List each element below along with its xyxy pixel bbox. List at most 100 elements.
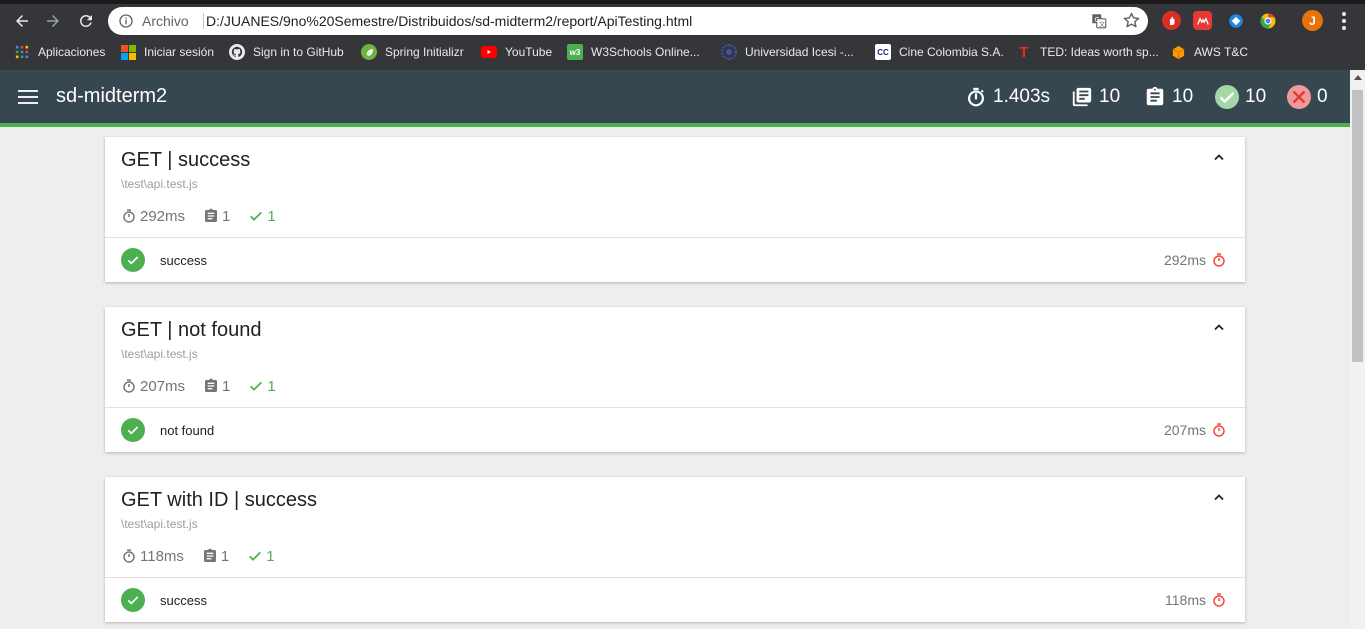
stopwatch-icon <box>968 87 984 107</box>
test-passed-icon <box>121 248 145 272</box>
adblock-extension-icon[interactable] <box>1162 11 1181 30</box>
stopwatch-icon <box>1213 253 1225 267</box>
assignment-icon <box>205 378 218 392</box>
security-label[interactable]: Archivo <box>142 13 189 29</box>
scrollbar-thumb[interactable] <box>1352 90 1363 362</box>
stopwatch-icon <box>123 379 135 393</box>
suite-card: GET with ID | success \test\api.test.js … <box>105 477 1245 622</box>
info-icon[interactable] <box>118 13 134 29</box>
suite-test-count: 1 <box>203 208 230 225</box>
reload-button[interactable] <box>73 8 99 34</box>
assignment-icon <box>205 208 218 222</box>
bookmark-label: AWS T&C <box>1194 45 1249 59</box>
suite-duration: 292ms <box>121 208 185 225</box>
reload-icon <box>79 14 92 27</box>
stopwatch-icon <box>1213 593 1225 607</box>
scroll-up-icon[interactable] <box>1354 75 1362 80</box>
cine-colombia-icon: CC <box>875 44 891 60</box>
microsoft-icon <box>120 44 136 60</box>
stopwatch-icon <box>123 209 135 223</box>
mendeley-extension-icon[interactable] <box>1193 11 1212 30</box>
arrow-left-icon <box>16 15 28 27</box>
stat-tests[interactable]: 10 <box>1144 84 1193 110</box>
browser-toolbar: Archivo D:/JUANES/9no%20Semestre/Distrib… <box>0 4 1365 37</box>
chrome-extension-icon[interactable] <box>1258 11 1277 30</box>
test-duration: 118ms <box>1165 592 1227 608</box>
stat-failed[interactable]: 0 <box>1287 84 1328 110</box>
stat-suites-value: 10 <box>1099 86 1121 107</box>
test-passed-icon <box>121 588 145 612</box>
bookmark-label: Iniciar sesión <box>144 45 215 59</box>
page-scrollbar[interactable] <box>1350 70 1365 629</box>
suite-meta: 292ms 1 1 <box>121 207 294 225</box>
bookmark-iniciar-sesion[interactable]: Iniciar sesión <box>120 37 214 67</box>
suite-pass-count: 1 <box>248 377 276 395</box>
suite-pass-count-value: 1 <box>267 207 276 225</box>
stat-suites[interactable]: 10 <box>1071 84 1120 110</box>
test-duration: 207ms <box>1164 422 1227 438</box>
translate-icon[interactable]: G文 <box>1090 12 1108 30</box>
bookmark-github[interactable]: Sign in to GitHub <box>229 37 344 67</box>
bookmark-star-icon[interactable] <box>1122 11 1141 30</box>
test-name: success <box>160 593 207 608</box>
icesi-icon <box>721 44 737 60</box>
bookmark-spring[interactable]: Spring Initializr <box>361 37 464 67</box>
bookmark-label: YouTube <box>505 45 553 59</box>
puzzle-extension-icon[interactable] <box>1226 11 1245 30</box>
suite-test-count-value: 1 <box>222 207 231 225</box>
stat-passed[interactable]: 10 <box>1215 84 1266 110</box>
suite-file: \test\api.test.js <box>121 177 198 191</box>
suite-file: \test\api.test.js <box>121 347 198 361</box>
test-row[interactable]: success 118ms <box>105 578 1245 622</box>
suite-duration: 118ms <box>121 548 184 565</box>
forward-button[interactable] <box>40 8 66 34</box>
profile-avatar[interactable]: J <box>1302 10 1323 31</box>
test-row[interactable]: success 292ms <box>105 238 1245 282</box>
browser-menu-icon[interactable] <box>1335 10 1353 32</box>
stopwatch-icon <box>123 549 135 563</box>
stat-passed-value: 10 <box>1245 86 1267 107</box>
test-passed-icon <box>121 418 145 442</box>
url-text[interactable]: D:/JUANES/9no%20Semestre/Distribuidos/sd… <box>206 13 692 29</box>
menu-icon[interactable] <box>18 90 38 104</box>
svg-text:文: 文 <box>1099 20 1105 28</box>
chevron-up-icon[interactable] <box>1213 491 1225 503</box>
bookmark-label: TED: Ideas worth sp... <box>1040 45 1159 59</box>
library-books-icon <box>1072 87 1092 107</box>
back-button[interactable] <box>9 8 35 34</box>
bookmark-label: Cine Colombia S.A. <box>899 45 1004 59</box>
suite-pass-count: 1 <box>247 547 275 565</box>
bookmark-icesi[interactable]: Universidad Icesi -... <box>721 37 854 67</box>
assignment-icon <box>1146 86 1164 106</box>
bookmark-w3schools[interactable]: w3 W3Schools Online... <box>567 37 700 67</box>
suite-pass-count-value: 1 <box>266 547 275 565</box>
chevron-up-icon[interactable] <box>1213 321 1225 333</box>
failed-close-icon <box>1287 85 1311 109</box>
suite-title: GET | not found <box>121 319 262 341</box>
aws-icon <box>1170 44 1186 60</box>
test-row[interactable]: not found 207ms <box>105 408 1245 452</box>
chevron-up-icon[interactable] <box>1213 151 1225 163</box>
bookmark-aplicaciones[interactable]: Aplicaciones <box>14 37 105 67</box>
bookmark-label: W3Schools Online... <box>591 45 700 59</box>
suite-pass-count-value: 1 <box>267 377 276 395</box>
suite-duration: 207ms <box>121 378 185 395</box>
bookmark-ted[interactable]: T TED: Ideas worth sp... <box>1016 37 1159 67</box>
address-bar[interactable]: Archivo D:/JUANES/9no%20Semestre/Distrib… <box>108 7 1148 35</box>
test-duration-value: 292ms <box>1163 252 1206 268</box>
suite-duration-value: 118ms <box>140 547 184 565</box>
bookmark-cine-colombia[interactable]: CC Cine Colombia S.A. <box>875 37 1004 67</box>
check-icon <box>250 211 263 221</box>
suite-pass-count: 1 <box>248 207 276 225</box>
report-header: sd-midterm2 1.403s 10 10 10 0 <box>0 70 1350 123</box>
suite-test-count: 1 <box>202 548 229 565</box>
stat-duration-value: 1.403s <box>993 86 1051 107</box>
omnibox-divider <box>203 13 204 29</box>
bookmark-aws[interactable]: AWS T&C <box>1170 37 1248 67</box>
bookmark-label: Sign in to GitHub <box>253 45 344 59</box>
suite-meta: 118ms 1 1 <box>121 547 293 565</box>
bookmark-youtube[interactable]: YouTube <box>481 37 552 67</box>
suite-file: \test\api.test.js <box>121 517 198 531</box>
test-name: success <box>160 253 207 268</box>
check-icon <box>250 381 263 391</box>
